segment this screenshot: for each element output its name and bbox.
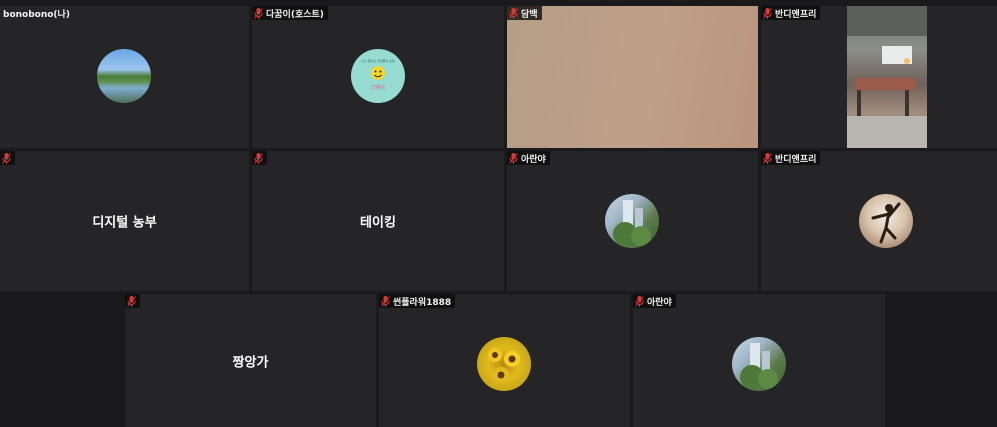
participant-label: 아란야 (507, 151, 550, 165)
participant-label: 다꿈이(호스트) (252, 6, 328, 20)
participant-tile-dambaek[interactable]: 담백 (507, 6, 758, 148)
building-avatar-image (605, 194, 659, 248)
participant-tile-bandi-yoga[interactable]: 반디앤프리 (761, 151, 997, 291)
sunflower-avatar-image (477, 337, 531, 391)
logo-tagline: 다시 꿈꾸는 청년들의 모임 (361, 58, 394, 63)
participant-display-name: 디지털 농부 (92, 215, 157, 231)
smiley-logo-avatar: 다시 꿈꾸는 청년들의 모임 다꿈이 (351, 49, 405, 103)
participant-name: 반디앤프리 (775, 9, 817, 20)
logo-brand: 다꿈이 (371, 84, 385, 91)
lake-avatar-image (97, 49, 151, 103)
participant-label (252, 151, 267, 165)
participant-display-name: 짱앙가 (232, 355, 269, 370)
mic-muted-icon (254, 7, 263, 19)
participant-label (125, 294, 140, 308)
participant-label: bonobono(나) (0, 6, 74, 20)
participant-name: 썬플라워1888 (393, 297, 452, 308)
camera-video-feed (847, 6, 927, 148)
participant-name: bonobono(나) (3, 9, 70, 20)
participant-tile-host[interactable]: 다꿈이(호스트) 다시 꿈꾸는 청년들의 모임 다꿈이 (252, 6, 504, 148)
mic-muted-icon (127, 295, 136, 307)
participant-label: 아란야 (633, 294, 676, 308)
smiley-face-icon (371, 66, 385, 80)
participant-name: 아란야 (521, 154, 546, 165)
participant-tile-aranya[interactable]: 아란야 (507, 151, 758, 291)
participant-tile-bandi-video[interactable]: 반디앤프리 (761, 6, 997, 148)
participant-display-name: 테이킹 (360, 215, 396, 231)
participant-name: 담백 (521, 9, 538, 20)
mic-muted-icon (763, 152, 772, 164)
participant-tile-digital-farmer[interactable]: 디지털 농부 (0, 151, 249, 291)
camera-video-feed (507, 6, 758, 148)
mic-muted-icon (2, 152, 11, 164)
mic-muted-icon (763, 7, 772, 19)
participant-name: 아란야 (647, 297, 672, 308)
participant-label: 반디앤프리 (761, 6, 821, 20)
participant-label: 담백 (507, 6, 542, 20)
mic-muted-icon (635, 295, 644, 307)
participant-label: 반디앤프리 (761, 151, 821, 165)
participant-tile-sunflower[interactable]: 썬플라워1888 (379, 294, 630, 427)
participant-tile-taking[interactable]: 테이킹 (252, 151, 504, 291)
yoga-avatar-image (859, 194, 913, 248)
participant-tile-jjangangga[interactable]: 짱앙가 (125, 294, 376, 427)
building-avatar-image (732, 337, 786, 391)
participant-label: 썬플라워1888 (379, 294, 456, 308)
participant-name: 다꿈이(호스트) (266, 9, 324, 20)
participant-tile-aranya-2[interactable]: 아란야 (633, 294, 885, 427)
mic-muted-icon (509, 7, 518, 19)
mic-muted-icon (254, 152, 263, 164)
mic-muted-icon (509, 152, 518, 164)
mic-muted-icon (381, 295, 390, 307)
participant-tile-bonobono[interactable]: bonobono(나) (0, 6, 249, 148)
participant-label (0, 151, 15, 165)
participant-name: 반디앤프리 (775, 154, 817, 165)
